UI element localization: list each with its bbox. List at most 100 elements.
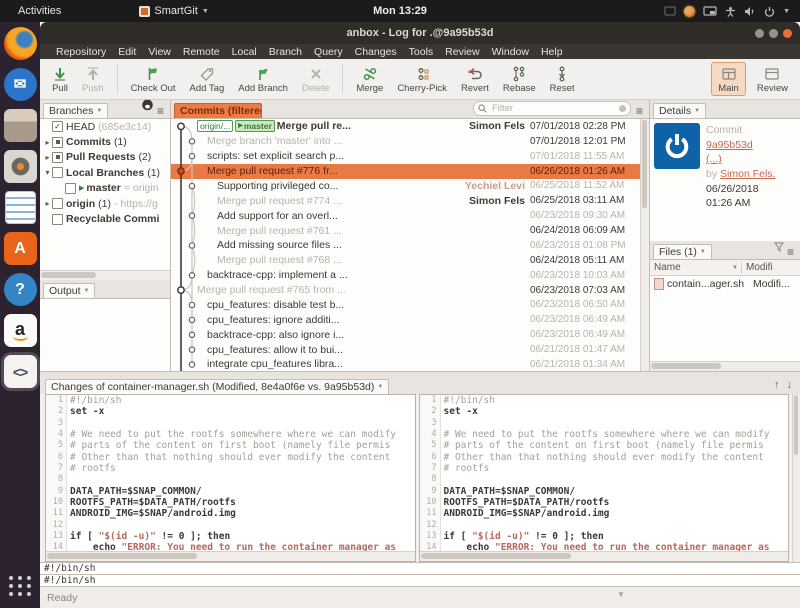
branch-item-local-branches[interactable]: ▾Local Branches(1)	[40, 165, 170, 180]
menu-changes[interactable]: Changes	[349, 46, 403, 58]
commit-author-link[interactable]: Simon Fels,	[720, 168, 775, 180]
revert-button[interactable]: Revert	[454, 62, 496, 96]
reset-button[interactable]: Reset	[543, 62, 582, 96]
commit-row[interactable]: Merge pull request #765 from ...06/23/20…	[171, 283, 649, 298]
menu-branch[interactable]: Branch	[263, 46, 308, 58]
commit-row[interactable]: origin/...▶masterMerge pull re...Simon F…	[171, 119, 649, 134]
tab-commits[interactable]: Commits (filtered)	[174, 103, 262, 119]
menu-window[interactable]: Window	[486, 46, 535, 58]
menu-tools[interactable]: Tools	[403, 46, 440, 58]
commit-row[interactable]: cpu_features: disable test b...06/23/201…	[171, 298, 649, 313]
menu-remote[interactable]: Remote	[177, 46, 226, 58]
system-menu-caret[interactable]: ▼	[783, 8, 790, 15]
menu-help[interactable]: Help	[535, 46, 569, 58]
checkbox-icon[interactable]	[52, 198, 63, 209]
tab-files[interactable]: Files (1)▼	[653, 244, 712, 260]
branch-chip-origin[interactable]: origin/...	[197, 120, 233, 132]
dock-ubuntu-software-icon[interactable]: A	[4, 232, 37, 265]
diff-vscrollbar[interactable]	[792, 394, 800, 562]
branches-menu-icon[interactable]: ≡	[157, 106, 167, 118]
commit-row[interactable]: backtrace-cpp: implement a ...06/23/2018…	[171, 268, 649, 283]
push-button[interactable]: Push	[75, 62, 111, 96]
commit-row[interactable]: cpu_features: allow it to bui...06/21/20…	[171, 342, 649, 357]
tab-details[interactable]: Details▼	[653, 103, 706, 119]
diff-left-hscrollbar[interactable]	[46, 551, 415, 561]
dock-libreoffice-writer-icon[interactable]	[5, 191, 36, 224]
branch-chip-master[interactable]: ▶master	[235, 120, 275, 132]
branch-item-origin[interactable]: ▸origin(1)- https://g	[40, 196, 170, 211]
diff-right-hscrollbar[interactable]	[420, 551, 789, 561]
commit-row[interactable]: Supporting privileged co...Yechiel Levi0…	[171, 179, 649, 194]
dock-help-icon[interactable]: ?	[4, 273, 37, 306]
files-filter-icon[interactable]	[774, 239, 784, 259]
window-titlebar[interactable]: anbox - Log for .@9a95b53d	[40, 22, 800, 44]
dock-files-icon[interactable]	[4, 109, 37, 142]
maximize-button[interactable]	[769, 29, 778, 38]
commit-row[interactable]: Merge branch 'master' into ...07/01/2018…	[171, 134, 649, 149]
previous-change-button[interactable]: ↑	[774, 379, 780, 391]
app-indicator[interactable]: SmartGit ▼	[139, 5, 208, 17]
commit-row[interactable]: backtrace-cpp: also ignore i...06/23/201…	[171, 327, 649, 342]
expander-closed-icon[interactable]: ▸	[43, 199, 52, 208]
scrollbar-thumb[interactable]	[421, 553, 571, 559]
github-icon[interactable]	[141, 98, 154, 118]
commit-row[interactable]: cpu_features: ignore additi...06/23/2018…	[171, 312, 649, 327]
merge-button[interactable]: Merge	[349, 62, 390, 96]
menu-local[interactable]: Local	[226, 46, 263, 58]
show-applications-icon[interactable]	[9, 576, 32, 596]
commit-sha-link[interactable]: 9a95b53d	[706, 139, 753, 151]
commit-row[interactable]: Merge pull request #768 ...06/24/2018 05…	[171, 253, 649, 268]
software-update-icon[interactable]	[684, 6, 695, 17]
delete-button[interactable]: Delete	[295, 62, 336, 96]
next-change-button[interactable]: ↓	[787, 379, 793, 391]
branch-item-recyclable-commi[interactable]: Recyclable Commi	[40, 211, 170, 226]
tab-branches[interactable]: Branches▼	[43, 103, 108, 119]
checkbox-checked-icon[interactable]: ✓	[52, 121, 63, 132]
branch-item-head[interactable]: ✓HEAD(685e3c14)	[40, 119, 170, 134]
branch-item-master[interactable]: ▶master= origin	[40, 181, 170, 196]
commits-vscrollbar[interactable]	[640, 119, 649, 371]
scrollbar-thumb[interactable]	[642, 120, 647, 208]
pull-button[interactable]: Pull	[45, 62, 75, 96]
commit-row[interactable]: Merge pull request #774 ...Simon Fels06/…	[171, 193, 649, 208]
rebase-button[interactable]: Rebase	[496, 62, 543, 96]
scrollbar-thumb[interactable]	[651, 363, 721, 369]
dock-thunderbird-icon[interactable]: ✉	[4, 68, 37, 101]
column-modification[interactable]: Modifi	[742, 262, 773, 273]
cherry-pick-button[interactable]: Cherry-Pick	[390, 62, 454, 96]
expander-closed-icon[interactable]: ▸	[43, 153, 52, 162]
dock-amazon-icon[interactable]: a	[4, 314, 37, 347]
checkbox-icon[interactable]	[52, 214, 63, 225]
branch-item-commits[interactable]: ▸Commits(1)	[40, 134, 170, 149]
menu-edit[interactable]: Edit	[112, 46, 142, 58]
checkbox-icon[interactable]	[52, 167, 63, 178]
branch-item-pull-requests[interactable]: ▸Pull Requests(2)	[40, 150, 170, 165]
main-view-button[interactable]: Main	[711, 62, 746, 96]
display-icon[interactable]	[703, 6, 717, 17]
commit-row[interactable]: Merge pull request #776 fr...06/26/2018 …	[171, 164, 649, 179]
clock[interactable]: Mon 13:29	[373, 5, 427, 17]
review-view-button[interactable]: Review	[750, 62, 795, 96]
commit-row[interactable]: Add missing source files ...06/23/2018 0…	[171, 238, 649, 253]
tab-output[interactable]: Output▼	[43, 283, 95, 299]
expander-closed-icon[interactable]: ▸	[43, 138, 52, 147]
menu-repository[interactable]: Repository	[50, 46, 112, 58]
menu-view[interactable]: View	[142, 46, 177, 58]
commit-row[interactable]: scripts: set explicit search p...07/01/2…	[171, 149, 649, 164]
dock-firefox-icon[interactable]	[4, 27, 37, 60]
files-menu-icon[interactable]: ≡	[787, 247, 797, 259]
commits-menu-icon[interactable]: ≡	[636, 106, 646, 118]
activities-button[interactable]: Activities	[18, 5, 61, 17]
check-out-button[interactable]: Check Out	[124, 62, 183, 96]
commit-paren-link[interactable]: (...)	[706, 153, 722, 165]
option-icon[interactable]	[52, 152, 63, 163]
volume-icon[interactable]	[744, 6, 756, 17]
minimize-button[interactable]	[755, 29, 764, 38]
commit-row[interactable]: Add support for an overl...06/23/2018 09…	[171, 208, 649, 223]
expander-open-icon[interactable]: ▾	[43, 168, 52, 177]
add-branch-button[interactable]: Add Branch	[231, 62, 295, 96]
keyboard-indicator-icon[interactable]	[664, 6, 676, 16]
files-hscrollbar[interactable]	[650, 361, 800, 371]
dock-smartgit-icon[interactable]: <>	[4, 355, 37, 388]
menu-review[interactable]: Review	[439, 46, 485, 58]
